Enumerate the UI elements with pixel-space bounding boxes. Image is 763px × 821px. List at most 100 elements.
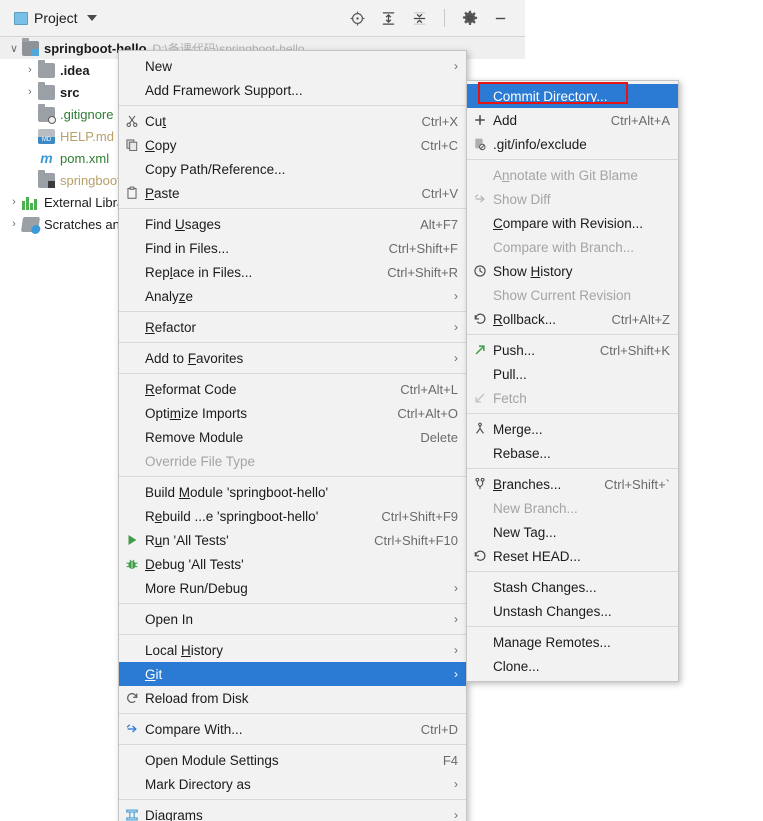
menu-item-shortcut: Ctrl+V (421, 185, 458, 201)
menu-item-add[interactable]: Add Ctrl+Alt+A (467, 108, 678, 132)
menu-item-run-all-tests[interactable]: Run 'All Tests' Ctrl+Shift+F10 (119, 528, 466, 552)
menu-item-pull[interactable]: Pull... (467, 362, 678, 386)
submenu-chevron-right-icon: › (454, 289, 458, 303)
menu-item-merge[interactable]: Merge... (467, 417, 678, 441)
menu-item-label: Analyze (145, 288, 194, 304)
menu-item-compare-with-revision[interactable]: Compare with Revision... (467, 211, 678, 235)
submenu-chevron-right-icon: › (454, 351, 458, 365)
menu-item-label: Unstash Changes... (493, 603, 612, 619)
menu-item-add-framework-support[interactable]: Add Framework Support... (119, 78, 466, 102)
chevron-right-icon[interactable]: › (6, 218, 22, 230)
project-toolwindow-title-group[interactable]: Project (0, 10, 97, 26)
menu-item-find-in-files[interactable]: Find in Files... Ctrl+Shift+F (119, 236, 466, 260)
locate-icon[interactable] (349, 10, 366, 27)
chevron-right-icon[interactable]: › (22, 86, 38, 98)
menu-item-shortcut: Ctrl+Shift+F (388, 240, 458, 256)
menu-item-shortcut: Ctrl+Alt+Z (611, 311, 670, 327)
compare-icon (121, 722, 143, 736)
menu-item-optimize-imports[interactable]: Optimize Imports Ctrl+Alt+O (119, 401, 466, 425)
menu-item-add-to-favorites[interactable]: Add to Favorites › (119, 346, 466, 370)
menu-item-reformat-code[interactable]: Reformat Code Ctrl+Alt+L (119, 377, 466, 401)
menu-separator (467, 413, 678, 414)
chevron-down-icon[interactable] (86, 15, 97, 21)
menu-item-unstash-changes[interactable]: Unstash Changes... (467, 599, 678, 623)
menu-item-label: Optimize Imports (145, 405, 248, 421)
submenu-chevron-right-icon: › (454, 59, 458, 73)
menu-separator (467, 334, 678, 335)
menu-item-rollback[interactable]: Rollback... Ctrl+Alt+Z (467, 307, 678, 331)
menu-item-branches[interactable]: Branches... Ctrl+Shift+` (467, 472, 678, 496)
menu-item-analyze[interactable]: Analyze › (119, 284, 466, 308)
menu-item-refactor[interactable]: Refactor › (119, 315, 466, 339)
menu-item-rebuild-e-springboot-hello[interactable]: Rebuild ...e 'springboot-hello' Ctrl+Shif… (119, 504, 466, 528)
menu-item-label: Stash Changes... (493, 579, 597, 595)
menu-item-push[interactable]: Push... Ctrl+Shift+K (467, 338, 678, 362)
menu-item-clone[interactable]: Clone... (467, 654, 678, 678)
hide-toolwindow-icon[interactable] (492, 10, 509, 27)
menu-item-replace-in-files[interactable]: Replace in Files... Ctrl+Shift+R (119, 260, 466, 284)
history-icon (469, 264, 491, 278)
menu-item-git-info-exclude[interactable]: .git/info/exclude (467, 132, 678, 156)
menu-item-debug-all-tests[interactable]: Debug 'All Tests' (119, 552, 466, 576)
menu-item-label: Pull... (493, 366, 527, 382)
menu-item-open-in[interactable]: Open In › (119, 607, 466, 631)
menu-item-copy-path-reference[interactable]: Copy Path/Reference... (119, 157, 466, 181)
menu-item-new[interactable]: New › (119, 54, 466, 78)
menu-item-stash-changes[interactable]: Stash Changes... (467, 575, 678, 599)
folder-icon (38, 81, 55, 100)
settings-gear-icon[interactable] (461, 10, 478, 27)
rollback-icon (469, 312, 491, 326)
scratches-icon (20, 216, 41, 232)
project-context-menu[interactable]: New › Add Framework Support... Cut Ctrl+X Cop… (118, 50, 467, 821)
menu-item-remove-module[interactable]: Remove Module Delete (119, 425, 466, 449)
menu-item-new-branch: New Branch... (467, 496, 678, 520)
menu-item-copy[interactable]: Copy Ctrl+C (119, 133, 466, 157)
menu-item-git[interactable]: Git › (119, 662, 466, 686)
menu-item-local-history[interactable]: Local History › (119, 638, 466, 662)
fetch-icon (469, 391, 491, 405)
menu-separator (467, 571, 678, 572)
toolbar-divider (444, 9, 445, 27)
chevron-down-icon[interactable]: ∨ (6, 42, 22, 55)
menu-item-paste[interactable]: Paste Ctrl+V (119, 181, 466, 205)
submenu-chevron-right-icon: › (454, 808, 458, 821)
chevron-right-icon[interactable]: › (6, 196, 22, 208)
menu-item-shortcut: Ctrl+Shift+F10 (374, 532, 458, 548)
git-submenu[interactable]: Commit Directory... Add Ctrl+Alt+A .git/inf… (466, 80, 679, 682)
menu-item-show-history[interactable]: Show History (467, 259, 678, 283)
tree-node-label: .gitignore (60, 106, 114, 122)
collapse-all-icon[interactable] (411, 10, 428, 27)
menu-item-new-tag[interactable]: New Tag... (467, 520, 678, 544)
menu-item-label: Branches... (493, 476, 562, 492)
menu-item-build-module-springboot-hello[interactable]: Build Module 'springboot-hello' (119, 480, 466, 504)
menu-item-label: Open Module Settings (145, 752, 279, 768)
menu-item-compare-with-branch: Compare with Branch... (467, 235, 678, 259)
debug-icon (121, 557, 143, 571)
menu-item-compare-with[interactable]: Compare With... Ctrl+D (119, 717, 466, 741)
menu-item-mark-directory-as[interactable]: Mark Directory as › (119, 772, 466, 796)
menu-item-rebase[interactable]: Rebase... (467, 441, 678, 465)
menu-item-find-usages[interactable]: Find Usages Alt+F7 (119, 212, 466, 236)
submenu-chevron-right-icon: › (454, 612, 458, 626)
menu-item-cut[interactable]: Cut Ctrl+X (119, 109, 466, 133)
menu-item-label: Paste (145, 185, 180, 201)
menu-separator (119, 799, 466, 800)
menu-item-label: Remove Module (145, 429, 244, 445)
menu-item-reset-head[interactable]: Reset HEAD... (467, 544, 678, 568)
menu-item-commit-directory[interactable]: Commit Directory... (467, 84, 678, 108)
menu-item-more-run-debug[interactable]: More Run/Debug › (119, 576, 466, 600)
menu-item-label: New Branch... (493, 500, 578, 516)
copy-icon (121, 138, 143, 152)
toolwindow-actions (349, 9, 525, 27)
menu-separator (119, 208, 466, 209)
menu-item-shortcut: Delete (420, 429, 458, 445)
chevron-right-icon[interactable]: › (22, 64, 38, 76)
menu-item-open-module-settings[interactable]: Open Module Settings F4 (119, 748, 466, 772)
menu-item-shortcut: Ctrl+Shift+K (599, 342, 670, 358)
menu-item-reload-from-disk[interactable]: Reload from Disk (119, 686, 466, 710)
menu-item-label: Add (493, 112, 518, 128)
menu-item-fetch: Fetch (467, 386, 678, 410)
menu-item-diagrams[interactable]: Diagrams › (119, 803, 466, 821)
expand-all-icon[interactable] (380, 10, 397, 27)
menu-item-manage-remotes[interactable]: Manage Remotes... (467, 630, 678, 654)
